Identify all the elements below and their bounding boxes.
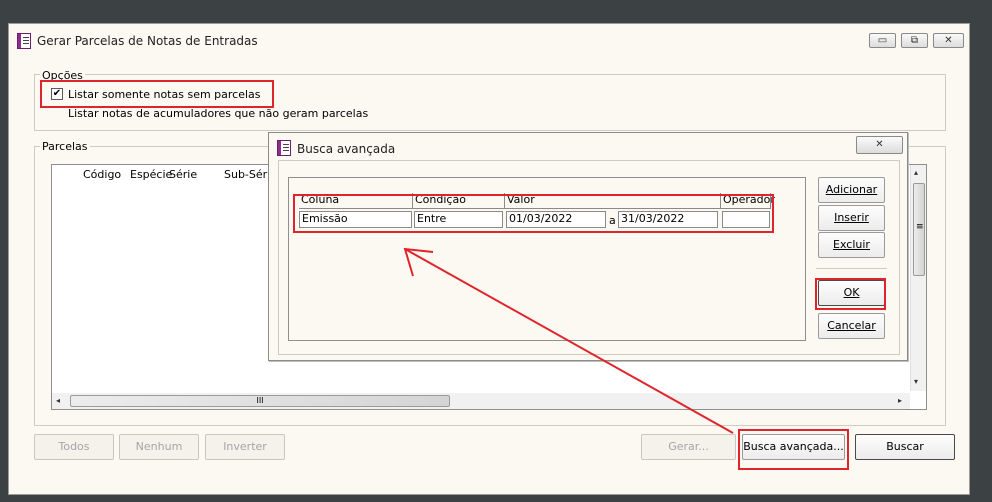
annotation-arrow-line bbox=[404, 248, 734, 434]
annotation-arrow bbox=[403, 247, 734, 434]
